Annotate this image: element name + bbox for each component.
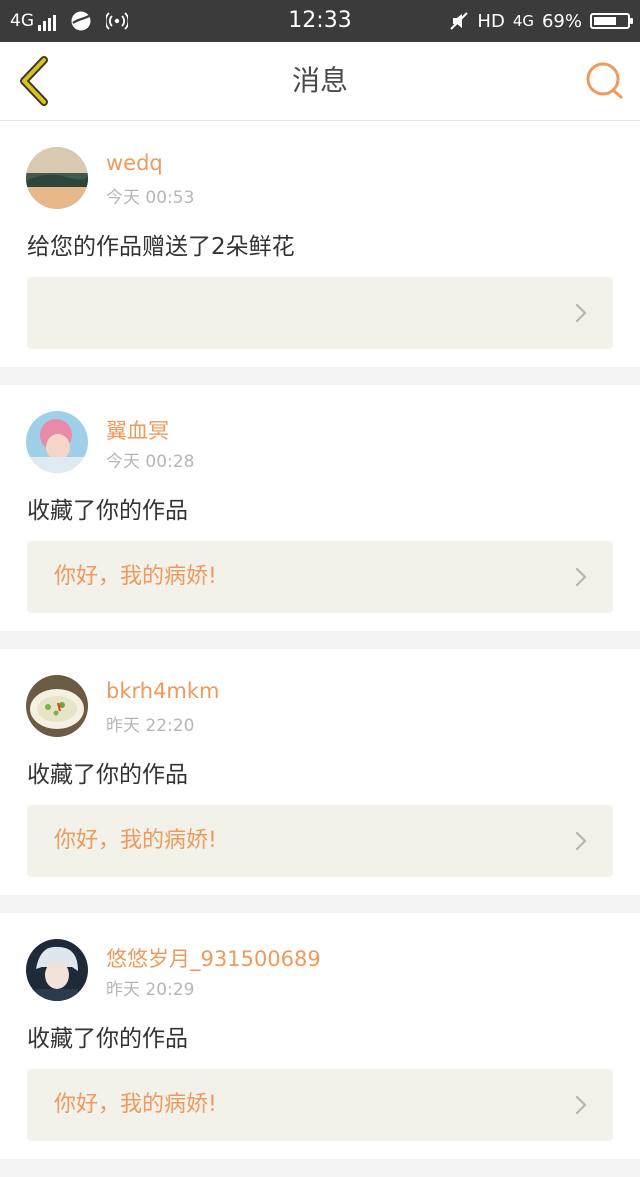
hd-label: HD <box>477 10 505 32</box>
mute-icon <box>450 12 469 30</box>
message-text: 收藏了你的作品 <box>27 498 188 524</box>
chevron-right-icon <box>575 567 587 587</box>
message-text: 收藏了你的作品 <box>27 1026 188 1052</box>
username[interactable]: 悠悠岁月_931500689 <box>106 943 321 973</box>
message-text: 收藏了你的作品 <box>27 762 188 788</box>
username[interactable]: wedq <box>106 151 163 175</box>
username[interactable]: bkrh4mkm <box>106 679 220 703</box>
battery-level <box>594 17 616 25</box>
header: 消息 <box>0 42 640 121</box>
page-title: 消息 <box>291 64 348 97</box>
message-text: 给您的作品赠送了2朵鲜花 <box>27 234 295 260</box>
avatar[interactable] <box>26 147 88 209</box>
chevron-right-icon <box>575 831 587 851</box>
work-link[interactable]: 你好，我的病娇! <box>27 1069 613 1141</box>
timestamp: 昨天 20:29 <box>106 980 195 1000</box>
work-title: 你好，我的病娇! <box>54 564 217 589</box>
timestamp: 今天 00:28 <box>106 452 195 472</box>
avatar[interactable] <box>26 411 88 473</box>
username[interactable]: 翼血冥 <box>106 415 169 445</box>
message-card: wedq 今天 00:53 给您的作品赠送了2朵鲜花 <box>0 121 640 367</box>
chevron-right-icon <box>575 303 587 323</box>
work-title: 你好，我的病娇! <box>54 828 217 853</box>
battery-icon <box>590 13 633 29</box>
message-card: bkrh4mkm 昨天 22:20 收藏了你的作品 你好，我的病娇! <box>0 649 640 895</box>
battery-percent: 69% <box>541 10 582 32</box>
chevron-right-icon <box>575 1095 587 1115</box>
message-card: 翼血冥 今天 00:28 收藏了你的作品 你好，我的病娇! <box>0 385 640 631</box>
work-title: 你好，我的病娇! <box>54 1092 217 1117</box>
work-link[interactable] <box>27 277 613 349</box>
search-icon[interactable] <box>584 60 626 102</box>
work-link[interactable]: 你好，我的病娇! <box>27 541 613 613</box>
work-link[interactable]: 你好，我的病娇! <box>27 805 613 877</box>
timestamp: 今天 00:53 <box>106 188 195 208</box>
message-list: wedq 今天 00:53 给您的作品赠送了2朵鲜花 翼血冥 今天 00:28 … <box>0 121 640 1177</box>
avatar[interactable] <box>26 939 88 1001</box>
timestamp: 昨天 22:20 <box>106 716 195 736</box>
message-card: 悠悠岁月_931500689 昨天 20:29 收藏了你的作品 你好，我的病娇! <box>0 913 640 1159</box>
avatar[interactable] <box>26 675 88 737</box>
net2-label: 4G <box>512 12 534 30</box>
status-right: HD 4G 69% <box>449 0 633 42</box>
status-bar: 4G 12:33 HD 4G 69% <box>0 0 640 42</box>
